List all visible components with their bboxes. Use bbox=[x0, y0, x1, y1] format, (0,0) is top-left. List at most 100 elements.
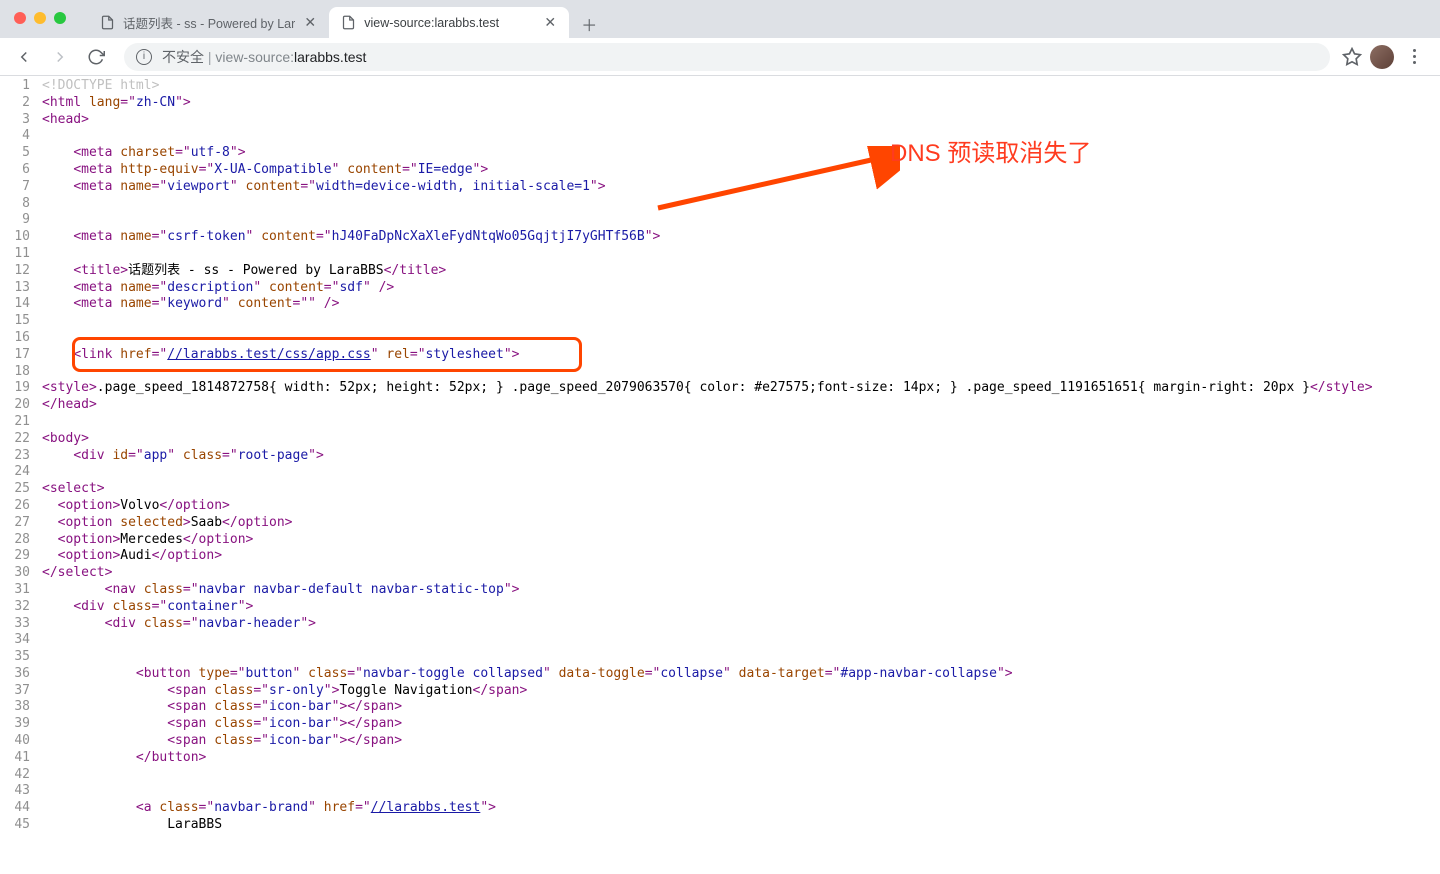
view-source-content[interactable]: 1<!DOCTYPE html>2<html lang="zh-CN">3<he… bbox=[0, 76, 1440, 834]
source-line: 6 <meta http-equiv="X-UA-Compatible" con… bbox=[0, 162, 1440, 179]
line-content bbox=[38, 632, 1440, 649]
line-number: 8 bbox=[0, 196, 38, 213]
source-line: 35 bbox=[0, 649, 1440, 666]
line-number: 23 bbox=[0, 448, 38, 465]
address-bar[interactable]: i 不安全 | view-source:larabbs.test bbox=[124, 43, 1330, 71]
line-number: 10 bbox=[0, 229, 38, 246]
line-content: <meta name="description" content="sdf" /… bbox=[38, 280, 1440, 297]
new-tab-button[interactable]: ＋ bbox=[575, 10, 603, 38]
line-number: 18 bbox=[0, 364, 38, 381]
line-number: 22 bbox=[0, 431, 38, 448]
line-number: 32 bbox=[0, 599, 38, 616]
source-line: 14 <meta name="keyword" content="" /> bbox=[0, 296, 1440, 313]
browser-chrome: 话题列表 - ss - Powered by Lar ✕ view-source… bbox=[0, 0, 1440, 76]
line-content: <body> bbox=[38, 431, 1440, 448]
close-tab-icon[interactable]: ✕ bbox=[303, 16, 317, 30]
source-line: 8 bbox=[0, 196, 1440, 213]
line-content bbox=[38, 364, 1440, 381]
tab-title: 话题列表 - ss - Powered by Lar bbox=[123, 13, 295, 32]
tab-bar: 话题列表 - ss - Powered by Lar ✕ view-source… bbox=[0, 0, 1440, 38]
source-line: 4 bbox=[0, 128, 1440, 145]
browser-tab-active[interactable]: view-source:larabbs.test ✕ bbox=[329, 7, 569, 38]
line-content: <head> bbox=[38, 112, 1440, 129]
source-line: 5 <meta charset="utf-8"> bbox=[0, 145, 1440, 162]
source-link[interactable]: //larabbs.test/css/app.css bbox=[167, 347, 371, 362]
source-line: 30</select> bbox=[0, 565, 1440, 582]
line-content: <a class="navbar-brand" href="//larabbs.… bbox=[38, 800, 1440, 817]
line-number: 14 bbox=[0, 296, 38, 313]
bookmark-star-icon[interactable] bbox=[1342, 47, 1362, 67]
source-line: 12 <title>话题列表 - ss - Powered by LaraBBS… bbox=[0, 263, 1440, 280]
line-content: <span class="sr-only">Toggle Navigation<… bbox=[38, 683, 1440, 700]
source-line: 43 bbox=[0, 783, 1440, 800]
line-content: <div class="navbar-header"> bbox=[38, 616, 1440, 633]
line-number: 4 bbox=[0, 128, 38, 145]
line-number: 12 bbox=[0, 263, 38, 280]
line-content: <option>Mercedes</option> bbox=[38, 532, 1440, 549]
line-number: 1 bbox=[0, 78, 38, 95]
line-content: <meta name="csrf-token" content="hJ40FaD… bbox=[38, 229, 1440, 246]
source-line: 7 <meta name="viewport" content="width=d… bbox=[0, 179, 1440, 196]
source-line: 26 <option>Volvo</option> bbox=[0, 498, 1440, 515]
line-number: 35 bbox=[0, 649, 38, 666]
browser-tab-inactive[interactable]: 话题列表 - ss - Powered by Lar ✕ bbox=[88, 7, 329, 38]
source-line: 19<style>.page_speed_1814872758{ width: … bbox=[0, 380, 1440, 397]
tab-title: view-source:larabbs.test bbox=[364, 16, 535, 30]
page-icon bbox=[100, 15, 115, 30]
line-number: 7 bbox=[0, 179, 38, 196]
source-line: 20</head> bbox=[0, 397, 1440, 414]
source-line: 34 bbox=[0, 632, 1440, 649]
line-content: <nav class="navbar navbar-default navbar… bbox=[38, 582, 1440, 599]
close-window-button[interactable] bbox=[14, 12, 26, 24]
line-number: 31 bbox=[0, 582, 38, 599]
line-number: 24 bbox=[0, 464, 38, 481]
source-line: 40 <span class="icon-bar"></span> bbox=[0, 733, 1440, 750]
source-line: 41 </button> bbox=[0, 750, 1440, 767]
source-line: 9 bbox=[0, 212, 1440, 229]
line-content bbox=[38, 783, 1440, 800]
site-info-icon[interactable]: i bbox=[136, 49, 152, 65]
line-number: 28 bbox=[0, 532, 38, 549]
line-content: <!DOCTYPE html> bbox=[38, 78, 1440, 95]
source-line: 28 <option>Mercedes</option> bbox=[0, 532, 1440, 549]
line-content: </button> bbox=[38, 750, 1440, 767]
line-content: <select> bbox=[38, 481, 1440, 498]
source-line: 22<body> bbox=[0, 431, 1440, 448]
line-content: </head> bbox=[38, 397, 1440, 414]
line-content: <meta charset="utf-8"> bbox=[38, 145, 1440, 162]
source-line: 39 <span class="icon-bar"></span> bbox=[0, 716, 1440, 733]
source-line: 25<select> bbox=[0, 481, 1440, 498]
source-line: 27 <option selected>Saab</option> bbox=[0, 515, 1440, 532]
line-number: 26 bbox=[0, 498, 38, 515]
source-link[interactable]: //larabbs.test bbox=[371, 800, 481, 815]
line-content: <div id="app" class="root-page"> bbox=[38, 448, 1440, 465]
url-text: 不安全 | view-source:larabbs.test bbox=[162, 47, 366, 67]
line-number: 43 bbox=[0, 783, 38, 800]
line-number: 44 bbox=[0, 800, 38, 817]
line-content: LaraBBS bbox=[38, 817, 1440, 834]
line-content: </select> bbox=[38, 565, 1440, 582]
page-icon bbox=[341, 15, 356, 30]
annotation-text: DNS 预读取消失了 bbox=[890, 146, 1091, 163]
source-line: 36 <button type="button" class="navbar-t… bbox=[0, 666, 1440, 683]
line-content: <div class="container"> bbox=[38, 599, 1440, 616]
line-content: <meta name="keyword" content="" /> bbox=[38, 296, 1440, 313]
source-line: 29 <option>Audi</option> bbox=[0, 548, 1440, 565]
line-content: <style>.page_speed_1814872758{ width: 52… bbox=[38, 380, 1440, 397]
back-button[interactable] bbox=[8, 41, 40, 73]
profile-avatar[interactable] bbox=[1370, 45, 1394, 69]
maximize-window-button[interactable] bbox=[54, 12, 66, 24]
source-line: 13 <meta name="description" content="sdf… bbox=[0, 280, 1440, 297]
source-line: 10 <meta name="csrf-token" content="hJ40… bbox=[0, 229, 1440, 246]
source-line: 44 <a class="navbar-brand" href="//larab… bbox=[0, 800, 1440, 817]
close-tab-icon[interactable]: ✕ bbox=[543, 16, 557, 30]
line-number: 16 bbox=[0, 330, 38, 347]
reload-button[interactable] bbox=[80, 41, 112, 73]
minimize-window-button[interactable] bbox=[34, 12, 46, 24]
forward-button[interactable] bbox=[44, 41, 76, 73]
source-line: 32 <div class="container"> bbox=[0, 599, 1440, 616]
source-line: 1<!DOCTYPE html> bbox=[0, 78, 1440, 95]
kebab-menu-icon[interactable] bbox=[1402, 49, 1426, 64]
source-line: 42 bbox=[0, 767, 1440, 784]
source-line: 16 bbox=[0, 330, 1440, 347]
